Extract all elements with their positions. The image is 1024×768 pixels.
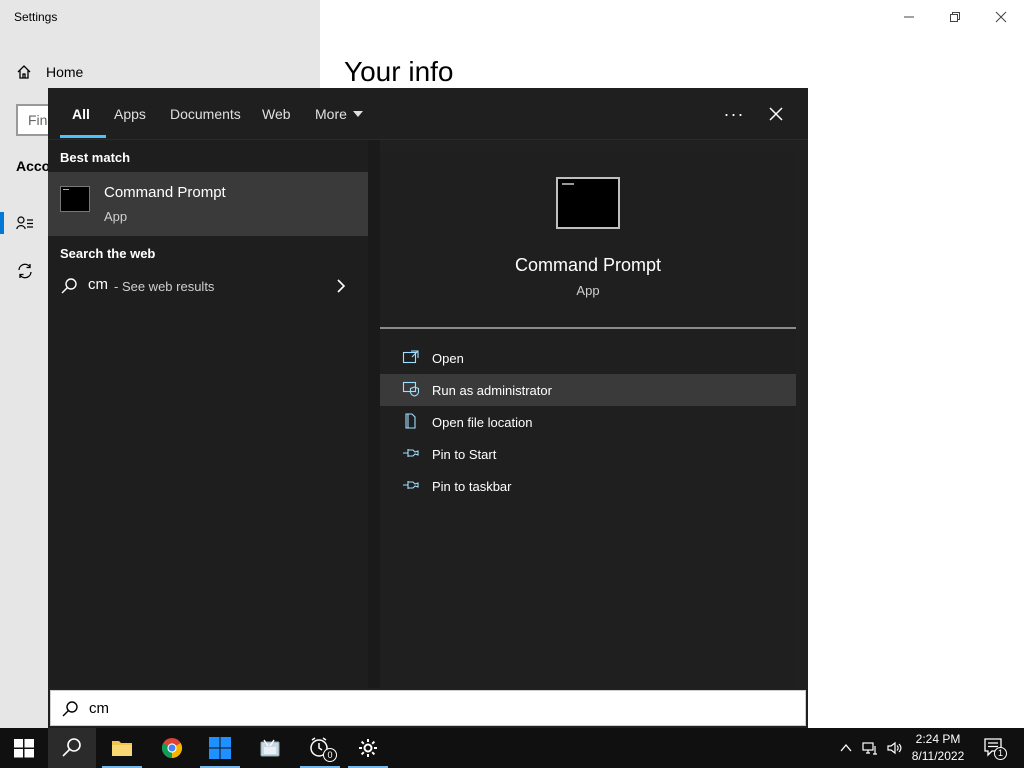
minimize-button[interactable]: [898, 6, 920, 28]
nav-home-label: Home: [46, 64, 84, 80]
open-icon: [402, 350, 419, 364]
shield-icon: [402, 381, 420, 397]
caret-down-icon: [352, 111, 363, 117]
window-title: Settings: [14, 10, 58, 24]
chevron-up-icon: [840, 743, 852, 752]
notification-badge: 1: [994, 747, 1007, 760]
sync-icon[interactable]: [16, 262, 34, 280]
action-pin-to-start-label: Pin to Start: [432, 447, 497, 462]
tab-web[interactable]: Web: [262, 88, 291, 140]
web-result-query: cm: [88, 276, 108, 293]
search-web-heading: Search the web: [60, 246, 156, 261]
pane-divider: [368, 140, 380, 688]
pin-icon: [403, 449, 419, 457]
restore-icon: [950, 12, 960, 22]
taskbar-clock[interactable]: 2:24 PM 8/11/2022: [902, 731, 974, 765]
clock-date: 8/11/2022: [911, 749, 965, 763]
preview-divider: [380, 327, 796, 329]
tiles-icon: [209, 737, 231, 759]
action-pin-to-taskbar[interactable]: Pin to taskbar: [380, 470, 796, 502]
command-prompt-large-icon: [556, 177, 620, 229]
search-icon: [61, 278, 77, 294]
tab-documents-label: Documents: [170, 106, 241, 122]
snipping-tool-button[interactable]: [246, 728, 294, 768]
file-explorer-button[interactable]: [98, 728, 146, 768]
alarms-clock-button[interactable]: 0: [296, 728, 344, 768]
folder-icon: [112, 741, 132, 756]
close-icon: [769, 107, 783, 121]
tab-all-label: All: [72, 106, 90, 122]
minimize-icon: [904, 16, 914, 18]
preview-type: App: [576, 283, 600, 298]
tab-all[interactable]: All: [60, 88, 106, 140]
search-icon: [62, 701, 78, 717]
network-button[interactable]: [860, 738, 880, 758]
action-open-file-location-label: Open file location: [432, 415, 533, 430]
action-run-as-administrator-label: Run as administrator: [432, 383, 552, 398]
start-button[interactable]: [0, 728, 48, 768]
start-menu-app-button[interactable]: [196, 728, 244, 768]
settings-app-button[interactable]: [344, 728, 392, 768]
command-prompt-icon: [60, 186, 90, 212]
tab-apps[interactable]: Apps: [114, 88, 146, 140]
clock-time: 2:24 PM: [915, 732, 961, 746]
snipping-tool-icon: [260, 739, 280, 757]
windows-logo-icon: [14, 739, 34, 758]
preview-title: Command Prompt: [514, 255, 662, 275]
restore-button[interactable]: [944, 6, 966, 28]
web-result-suffix: - See web results: [114, 279, 215, 294]
tab-documents[interactable]: Documents: [170, 88, 241, 140]
speaker-icon: [887, 741, 902, 755]
web-result-item[interactable]: cm - See web results: [48, 268, 368, 304]
chevron-right-icon[interactable]: [336, 278, 346, 294]
taskbar: 0 2:24 PM 8/11/2022 1: [0, 728, 1024, 768]
taskbar-search-button[interactable]: [48, 728, 96, 768]
selected-indicator: [0, 212, 4, 234]
best-match-heading: Best match: [60, 150, 131, 165]
nav-home-item[interactable]: Home: [16, 64, 83, 80]
network-icon: [862, 742, 877, 755]
options-ellipsis-button[interactable]: ···: [720, 102, 748, 126]
action-open-file-location[interactable]: Open file location: [380, 406, 796, 438]
search-flyout: All Apps Documents Web More ··· Best mat…: [48, 88, 808, 728]
search-input[interactable]: cm: [50, 690, 806, 726]
search-icon: [62, 738, 81, 757]
action-center-button[interactable]: 1: [982, 736, 1010, 760]
show-hidden-icons-button[interactable]: [836, 738, 856, 758]
results-list: Best match Command Prompt App Search the…: [48, 140, 368, 688]
person-list-icon: [16, 216, 33, 230]
action-pin-to-start[interactable]: Pin to Start: [380, 438, 796, 470]
chrome-button[interactable]: [148, 728, 196, 768]
close-window-button[interactable]: [990, 6, 1012, 28]
action-open-label: Open: [432, 351, 464, 366]
tab-more-label: More: [315, 106, 347, 122]
alarm-badge: 0: [323, 748, 337, 762]
best-match-type: App: [104, 209, 128, 224]
best-match-name: Command Prompt: [104, 184, 226, 201]
volume-button[interactable]: [884, 738, 904, 758]
action-run-as-administrator[interactable]: Run as administrator: [380, 374, 796, 406]
search-query-text[interactable]: cm: [89, 700, 109, 717]
home-icon: [17, 65, 31, 79]
tab-more[interactable]: More: [315, 88, 363, 140]
pin-icon: [403, 481, 419, 489]
action-pin-to-taskbar-label: Pin to taskbar: [432, 479, 512, 494]
close-icon: [995, 11, 1007, 23]
nav-section-heading: Acco: [16, 158, 51, 174]
active-tab-indicator: [60, 135, 106, 138]
tab-apps-label: Apps: [114, 106, 146, 122]
preview-pane: Command Prompt App Open Run as administr…: [380, 152, 796, 688]
best-match-item[interactable]: Command Prompt App: [48, 172, 368, 236]
action-open[interactable]: Open: [380, 342, 796, 374]
chrome-icon: [161, 738, 183, 759]
close-search-button[interactable]: [764, 102, 788, 126]
search-tab-bar: All Apps Documents Web More ···: [48, 88, 808, 140]
gear-icon: [359, 739, 377, 757]
file-location-icon: [405, 413, 416, 429]
tab-web-label: Web: [262, 106, 291, 122]
page-title: Your info: [344, 56, 454, 87]
